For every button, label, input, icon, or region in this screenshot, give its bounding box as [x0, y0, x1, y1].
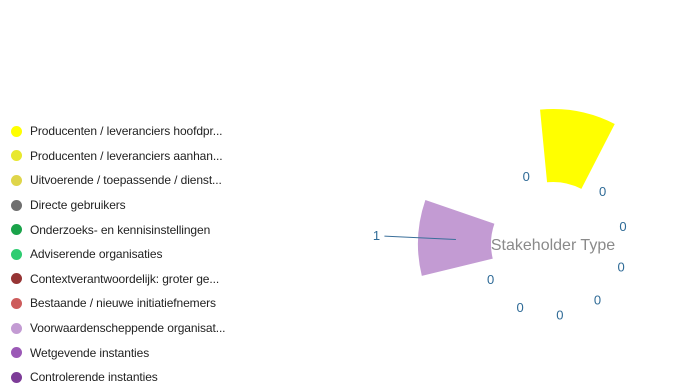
- data-label: 0: [523, 169, 530, 184]
- polar-plot: 000000010Stakeholder Type: [373, 109, 627, 323]
- data-label: 0: [487, 272, 494, 287]
- data-label: 0: [594, 293, 601, 308]
- chart-title: Stakeholder Type: [491, 237, 615, 254]
- data-label: 1: [373, 228, 380, 243]
- data-label: 0: [617, 259, 624, 274]
- data-label: 0: [516, 300, 523, 315]
- data-label: 0: [599, 184, 606, 199]
- polar-segment[interactable]: [540, 109, 615, 189]
- stakeholder-chart: Producenten / leveranciers hoofdpr... Pro…: [0, 0, 673, 384]
- data-label: 0: [556, 308, 563, 323]
- data-label: 0: [619, 219, 626, 234]
